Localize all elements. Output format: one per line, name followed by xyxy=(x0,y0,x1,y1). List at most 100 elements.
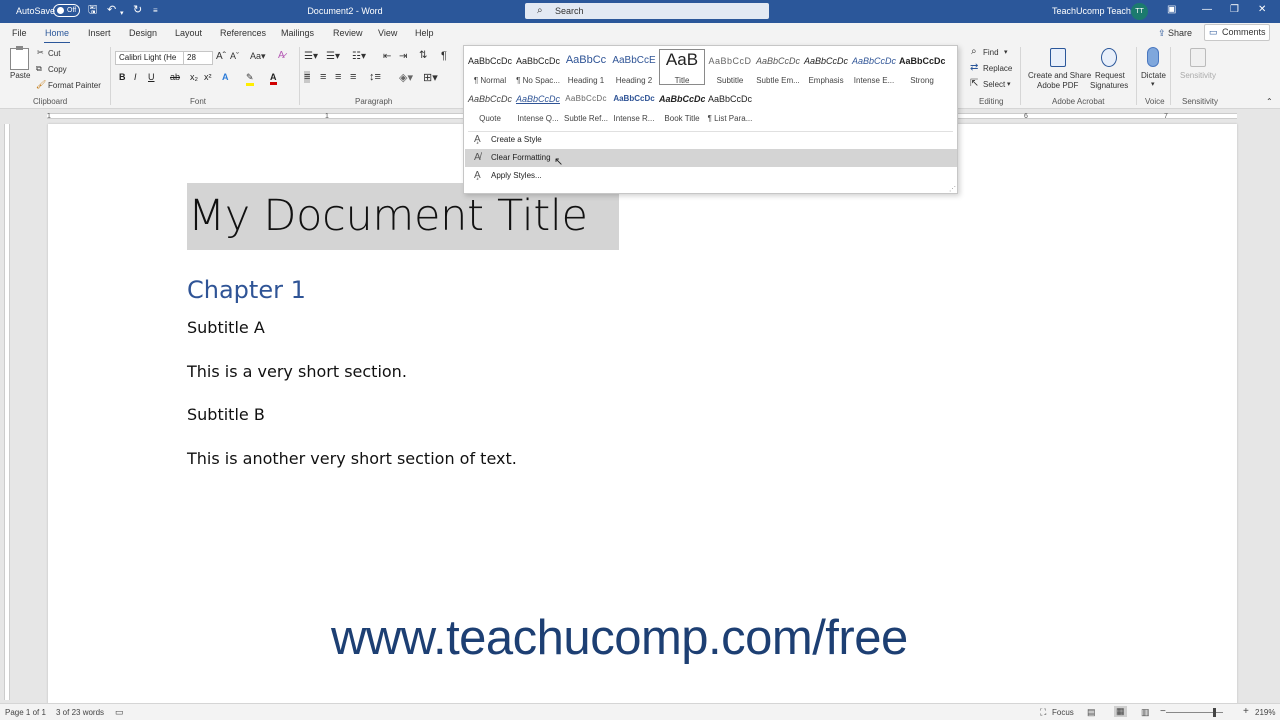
show-paragraph-marks-icon[interactable]: ¶ xyxy=(441,50,447,62)
save-icon[interactable]: 🖫 xyxy=(88,4,97,17)
comments-button[interactable]: Comments xyxy=(1204,24,1270,41)
apply-styles-menu-item[interactable]: A̧ Apply Styles... xyxy=(465,167,957,185)
tab-file[interactable]: File xyxy=(12,28,27,38)
style-emphasis[interactable]: AaBbCcDc Emphasis xyxy=(803,50,849,86)
minimize-icon[interactable]: — xyxy=(1202,4,1212,15)
align-center-icon[interactable]: ≡ xyxy=(320,71,326,83)
align-right-icon[interactable]: ≡ xyxy=(335,71,341,83)
zoom-level[interactable]: 219% xyxy=(1255,708,1275,717)
subtitle-b[interactable]: Subtitle B xyxy=(187,405,265,424)
page-count[interactable]: Page 1 of 1 xyxy=(5,708,46,717)
copy-icon[interactable]: ⧉ xyxy=(36,64,42,74)
word-count[interactable]: 3 of 23 words xyxy=(56,708,104,717)
paste-icon[interactable] xyxy=(10,46,29,70)
style-intense-quote[interactable]: AaBbCcDc Intense Q... xyxy=(515,88,561,124)
text-effects-icon[interactable]: A xyxy=(222,72,229,82)
copy-button[interactable]: Copy xyxy=(48,65,67,74)
replace-button[interactable]: Replace xyxy=(983,64,1012,73)
numbering-icon[interactable]: ☰▾ xyxy=(326,51,340,62)
cut-button[interactable]: Cut xyxy=(48,49,60,58)
multilevel-list-icon[interactable]: ☷▾ xyxy=(352,51,366,62)
find-button[interactable]: Find xyxy=(983,48,999,57)
web-layout-icon[interactable]: ▥ xyxy=(1141,707,1150,718)
align-left-icon[interactable]: ≡ xyxy=(304,71,311,83)
autosave-toggle[interactable]: Off xyxy=(53,4,80,17)
replace-icon[interactable]: ⇄ xyxy=(970,62,978,73)
customize-qat-icon[interactable]: ≡ xyxy=(153,4,158,17)
clear-formatting-menu-item[interactable]: A̸ Clear Formatting xyxy=(465,149,957,167)
focus-icon[interactable]: ⛶ xyxy=(1040,707,1046,718)
bold-icon[interactable]: B xyxy=(119,72,126,82)
grow-font-icon[interactable]: Aˆ xyxy=(216,51,226,62)
search-box[interactable]: ⌕ Search xyxy=(525,3,769,19)
justify-icon[interactable]: ≡ xyxy=(350,71,356,83)
undo-icon[interactable]: ↶ xyxy=(107,4,116,17)
tab-home[interactable]: Home xyxy=(43,28,71,44)
create-share-label[interactable]: Create and Share xyxy=(1028,71,1091,80)
tab-mailings[interactable]: Mailings xyxy=(281,28,314,38)
share-button[interactable]: Share xyxy=(1156,25,1200,41)
style-subtle-emphasis[interactable]: AaBbCcDc Subtle Em... xyxy=(755,50,801,86)
tab-review[interactable]: Review xyxy=(333,28,363,38)
style-book-title[interactable]: AaBbCcDc Book Title xyxy=(659,88,705,124)
style-list-paragraph[interactable]: AaBbCcDc ¶ List Para... xyxy=(707,88,753,124)
tab-layout[interactable]: Layout xyxy=(175,28,202,38)
redo-icon[interactable]: ↻ xyxy=(133,4,142,17)
tab-help[interactable]: Help xyxy=(415,28,434,38)
tab-references[interactable]: References xyxy=(220,28,266,38)
microphone-icon[interactable] xyxy=(1147,47,1159,67)
restore-icon[interactable]: ❐ xyxy=(1230,4,1239,15)
dictate-button[interactable]: Dictate xyxy=(1141,71,1166,80)
font-size-input[interactable]: 28 xyxy=(183,51,213,65)
subscript-icon[interactable]: x₂ xyxy=(190,72,198,82)
superscript-icon[interactable]: x² xyxy=(204,72,212,82)
style-heading-2[interactable]: AaBbCcE Heading 2 xyxy=(611,50,657,86)
select-icon[interactable]: ⇱ xyxy=(970,78,978,89)
format-painter-icon[interactable]: 🖌 xyxy=(36,80,46,89)
tab-view[interactable]: View xyxy=(378,28,397,38)
subtitle-a[interactable]: Subtitle A xyxy=(187,318,265,337)
font-name-input[interactable]: Calibri Light (He xyxy=(115,51,184,65)
decrease-indent-icon[interactable]: ⇤ xyxy=(383,51,391,62)
tab-design[interactable]: Design xyxy=(129,28,157,38)
underline-icon[interactable]: U xyxy=(148,72,155,82)
print-layout-icon[interactable]: ▦ xyxy=(1114,706,1127,717)
undo-dropdown-icon[interactable]: ▾ xyxy=(120,7,124,20)
zoom-out-icon[interactable]: − xyxy=(1160,706,1166,717)
style-subtle-reference[interactable]: AaBbCcDc Subtle Ref... xyxy=(563,88,609,124)
bullets-icon[interactable]: ☰▾ xyxy=(304,51,318,62)
style-normal[interactable]: AaBbCcDc ¶ Normal xyxy=(467,50,513,86)
find-icon[interactable]: ⌕ xyxy=(971,46,977,57)
resize-grip-icon[interactable]: ⋰ xyxy=(949,185,956,193)
adobe-pdf-label[interactable]: Adobe PDF xyxy=(1037,81,1078,90)
borders-icon[interactable]: ⊞▾ xyxy=(423,71,438,84)
line-spacing-icon[interactable]: ↕≡ xyxy=(369,71,381,83)
close-icon[interactable]: ✕ xyxy=(1258,4,1266,15)
tab-insert[interactable]: Insert xyxy=(88,28,111,38)
select-button[interactable]: Select xyxy=(983,80,1005,89)
find-dropdown-icon[interactable]: ▾ xyxy=(1004,48,1008,56)
section-b-text[interactable]: This is another very short section of te… xyxy=(187,449,517,468)
style-intense-reference[interactable]: AaBbCcDc Intense R... xyxy=(611,88,657,124)
zoom-slider-thumb[interactable] xyxy=(1213,708,1216,717)
focus-button[interactable]: Focus xyxy=(1052,708,1074,717)
create-pdf-icon[interactable] xyxy=(1050,48,1066,67)
request-signatures-icon[interactable] xyxy=(1101,48,1117,67)
font-color-icon[interactable]: A xyxy=(270,72,277,85)
style-strong[interactable]: AaBbCcDc Strong xyxy=(899,50,945,86)
proofing-icon[interactable]: ▭ xyxy=(115,707,124,718)
create-style-menu-item[interactable]: A̧ Create a Style xyxy=(465,131,957,149)
read-mode-icon[interactable]: ▤ xyxy=(1087,707,1096,718)
chapter-heading[interactable]: Chapter 1 xyxy=(187,276,306,304)
document-page[interactable]: My Document Title Chapter 1 Subtitle A T… xyxy=(48,124,1237,706)
avatar[interactable]: TT xyxy=(1131,3,1148,20)
shading-icon[interactable]: ◈▾ xyxy=(399,71,413,84)
style-subtitle[interactable]: AaBbCcD Subtitle xyxy=(707,50,753,86)
section-a-text[interactable]: This is a very short section. xyxy=(187,362,407,381)
paste-button[interactable]: Paste xyxy=(10,71,30,80)
zoom-in-icon[interactable]: + xyxy=(1243,706,1249,717)
increase-indent-icon[interactable]: ⇥ xyxy=(399,51,407,62)
strikethrough-icon[interactable]: ab xyxy=(170,72,180,82)
shrink-font-icon[interactable]: Aˇ xyxy=(230,51,239,61)
italic-icon[interactable]: I xyxy=(134,72,137,82)
